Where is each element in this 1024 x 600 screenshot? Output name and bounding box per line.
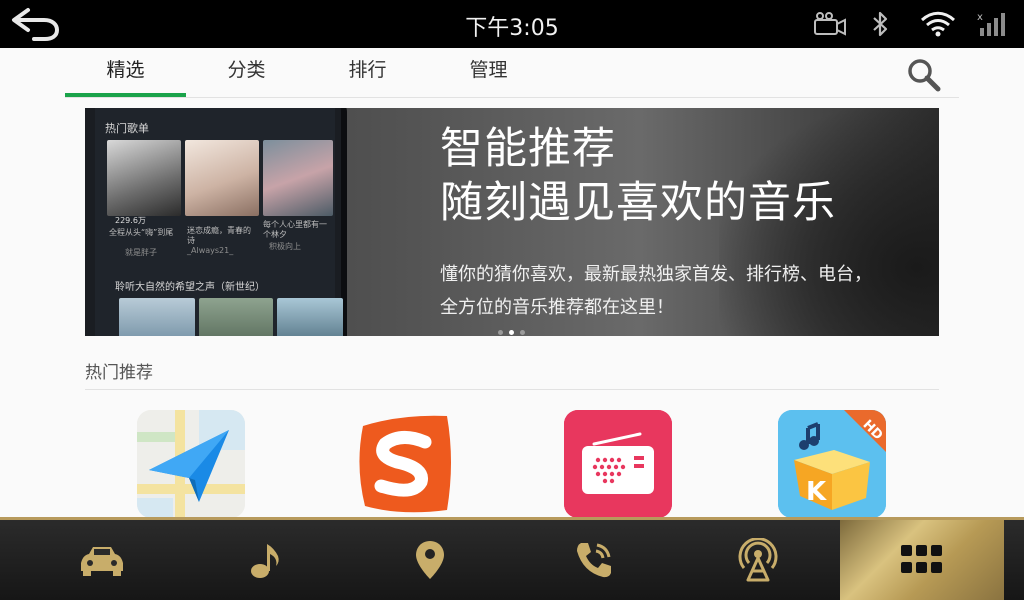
phone-section-title: 热门歌单	[105, 122, 149, 135]
radio-app[interactable]	[564, 410, 672, 518]
playlist-author-2: _Always21_	[187, 246, 234, 255]
banner-subtitle: 懂你的猜你喜欢，最新最热独家首发、排行榜、电台，全方位的音乐推荐都在这里！	[440, 264, 872, 318]
play-count: 229.6万	[115, 216, 146, 225]
playlist-thumb-5	[199, 298, 273, 336]
dock-apps-button[interactable]	[840, 520, 1004, 600]
playlist-thumb-4	[119, 298, 195, 336]
playlist-caption-2: 迷恋成瘾，青春的诗	[187, 226, 251, 245]
section-divider	[85, 389, 939, 390]
banner-phone-image: 热门歌单 229.6万 全程从头“嗨”到尾 就是胖子 迷恋成瘾，青春的诗 _Al…	[85, 108, 347, 336]
location-pin-icon	[416, 541, 444, 579]
playlist-thumb-6	[277, 298, 343, 336]
paper-plane-map-icon	[137, 410, 245, 518]
antenna-icon	[738, 538, 778, 582]
music-note-icon	[251, 544, 279, 578]
playlist-author-3: 积极向上	[269, 242, 301, 251]
kuwo-music-hd-app[interactable]: HD K	[778, 410, 886, 518]
playlist-author-1: 就是胖子	[125, 248, 157, 257]
carousel-dot-active[interactable]	[509, 330, 514, 335]
camera-icon	[814, 12, 846, 36]
carousel-dot[interactable]	[498, 330, 503, 335]
bottom-dock	[0, 517, 1024, 600]
tab-ranking[interactable]: 排行	[307, 48, 428, 97]
search-button[interactable]	[907, 58, 941, 92]
svg-text:x: x	[977, 12, 983, 23]
top-tabs: 精选 分类 排行 管理	[65, 48, 959, 98]
dock-radio-button[interactable]	[674, 520, 842, 600]
promo-banner[interactable]: 热门歌单 229.6万 全程从头“嗨”到尾 就是胖子 迷恋成瘾，青春的诗 _Al…	[85, 108, 939, 336]
dock-phone-button[interactable]	[510, 520, 678, 600]
car-icon	[81, 547, 123, 576]
dock-music-button[interactable]	[182, 520, 350, 600]
banner-title-line2: 随刻遇见喜欢的音乐	[440, 178, 836, 228]
section-title: 热门推荐	[85, 363, 153, 383]
signal-icon: x	[977, 12, 1005, 36]
tab-manage[interactable]: 管理	[428, 48, 549, 97]
carousel-dot[interactable]	[520, 330, 525, 335]
bluetooth-icon	[873, 11, 888, 37]
tab-featured[interactable]: 精选	[65, 48, 186, 97]
radio-icon	[564, 410, 672, 518]
app-grid-icon	[901, 545, 942, 573]
playlist-caption-3: 每个人心里都有一个林夕	[263, 220, 327, 239]
status-bar: 下午3:05 x	[0, 0, 1024, 48]
phone-section-title-2: 聆听大自然的希望之声（新世纪）	[115, 282, 265, 293]
carousel-dots[interactable]	[495, 320, 528, 336]
playlist-thumb-1	[107, 140, 181, 216]
sogou-input-app[interactable]	[351, 410, 459, 518]
dock-car-button[interactable]	[18, 520, 186, 600]
playlist-caption-1: 全程从头“嗨”到尾	[109, 228, 174, 237]
phone-screen: 热门歌单 229.6万 全程从头“嗨”到尾 就是胖子 迷恋成瘾，青春的诗 _Al…	[95, 108, 343, 336]
banner-title-line1: 智能推荐	[440, 124, 616, 174]
playlist-thumb-2	[185, 140, 259, 216]
navigation-app[interactable]	[137, 410, 245, 518]
wifi-icon	[920, 11, 956, 37]
dock-navigation-button[interactable]	[346, 520, 514, 600]
sogou-s-icon	[359, 415, 451, 513]
svg-text:K: K	[806, 477, 827, 507]
banner-title: 智能推荐 随刻遇见喜欢的音乐	[440, 122, 836, 230]
phone-icon	[577, 543, 611, 578]
kuwo-k-box-icon: HD K	[778, 410, 886, 518]
playlist-thumb-3	[263, 140, 333, 216]
tab-categories[interactable]: 分类	[186, 48, 307, 97]
search-icon	[908, 59, 941, 92]
